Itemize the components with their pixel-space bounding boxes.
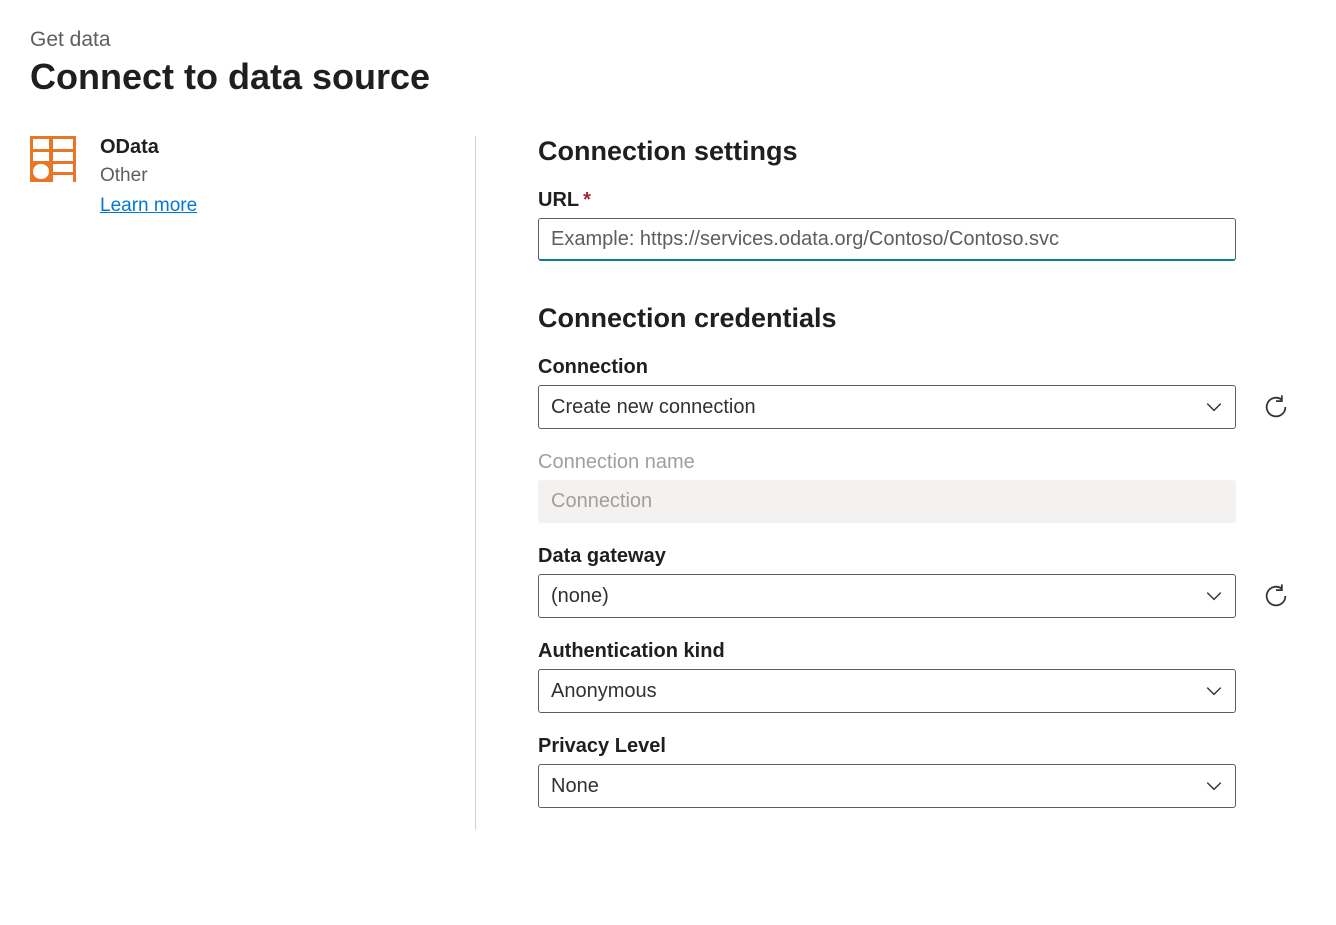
- breadcrumb: Get data: [30, 28, 1306, 52]
- refresh-gateway-button[interactable]: [1260, 580, 1292, 612]
- authentication-kind-dropdown[interactable]: Anonymous: [538, 669, 1236, 713]
- privacy-level-dropdown-value: None: [551, 775, 599, 798]
- connection-name-input: [538, 480, 1236, 523]
- chevron-down-icon: [1205, 777, 1223, 795]
- connection-settings-heading: Connection settings: [538, 136, 1306, 167]
- connection-label: Connection: [538, 356, 1306, 379]
- privacy-level-dropdown[interactable]: None: [538, 764, 1236, 808]
- refresh-icon: [1262, 393, 1290, 421]
- refresh-icon: [1262, 582, 1290, 610]
- url-input[interactable]: [538, 218, 1236, 261]
- chevron-down-icon: [1205, 682, 1223, 700]
- privacy-level-label: Privacy Level: [538, 735, 1306, 758]
- refresh-connection-button[interactable]: [1260, 391, 1292, 423]
- data-gateway-dropdown[interactable]: (none): [538, 574, 1236, 618]
- chevron-down-icon: [1205, 398, 1223, 416]
- learn-more-link[interactable]: Learn more: [100, 195, 197, 217]
- connector-summary-pane: OData Other Learn more: [30, 136, 475, 830]
- page-title: Connect to data source: [30, 56, 1306, 98]
- authentication-kind-dropdown-value: Anonymous: [551, 680, 657, 703]
- odata-connector-icon: [30, 136, 76, 182]
- data-gateway-dropdown-value: (none): [551, 585, 609, 608]
- connection-name-label: Connection name: [538, 451, 1306, 474]
- data-gateway-label: Data gateway: [538, 545, 1306, 568]
- connector-name: OData: [100, 136, 197, 159]
- connector-category: Other: [100, 165, 197, 187]
- url-label: URL*: [538, 189, 1306, 212]
- connection-credentials-heading: Connection credentials: [538, 303, 1306, 334]
- connection-dropdown-value: Create new connection: [551, 396, 756, 419]
- authentication-kind-label: Authentication kind: [538, 640, 1306, 663]
- chevron-down-icon: [1205, 587, 1223, 605]
- connection-dropdown[interactable]: Create new connection: [538, 385, 1236, 429]
